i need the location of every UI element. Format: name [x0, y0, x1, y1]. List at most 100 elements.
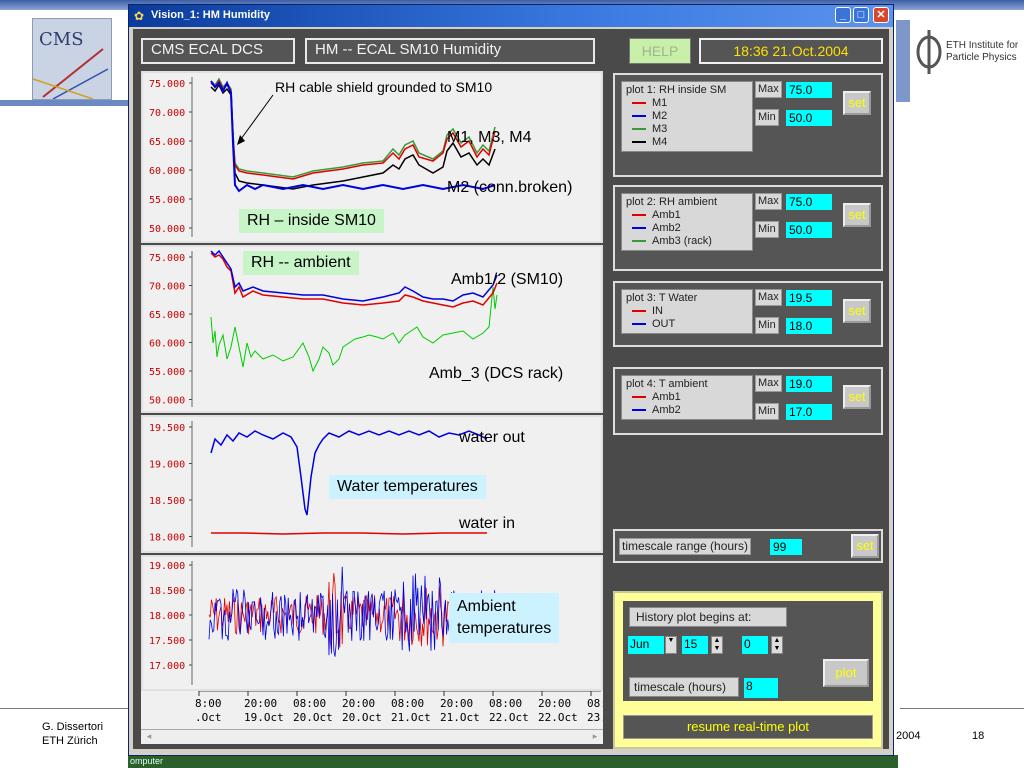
set-button[interactable]: set: [843, 91, 871, 115]
legend-swatch: [632, 141, 646, 144]
y-tick-label: 19.000: [149, 561, 185, 572]
set-button[interactable]: set: [843, 299, 871, 323]
annotation-water-out: water out: [459, 429, 525, 446]
history-day-input[interactable]: 15: [681, 635, 709, 655]
control-panel-plot1: plot 1: RH inside SM M1 M2 M3 M4 Max 75.0 Min 50…: [613, 73, 883, 177]
help-button[interactable]: HELP: [629, 38, 691, 64]
annotation-ambient-line-1: Ambient: [457, 598, 516, 615]
history-timescale-input[interactable]: 8: [743, 677, 779, 699]
legend-label: M2: [652, 110, 668, 122]
legend-title: plot 3: T Water: [626, 292, 698, 304]
legend-swatch: [632, 310, 646, 313]
legend-swatch: [632, 115, 646, 118]
timescale-range-panel: timescale range (hours) 99 set: [613, 529, 883, 563]
date-tick-label: 19.Oct: [244, 711, 284, 724]
y-tick-label: 65.000: [149, 310, 185, 321]
legend-label: Amb2: [652, 222, 681, 234]
legend-item: M3: [626, 123, 748, 136]
legend-label: Amb1: [652, 391, 681, 403]
legend-item: Amb1: [626, 391, 748, 404]
history-month-select[interactable]: Jun: [627, 635, 665, 655]
legend-item: M2: [626, 110, 748, 123]
legend-label: Amb2: [652, 404, 681, 416]
y-tick-label: 19.000: [149, 460, 185, 471]
annotation-water-in: water in: [459, 515, 516, 532]
scroll-right-icon[interactable]: ▸: [589, 731, 601, 742]
window-titlebar[interactable]: ✿ Vision_1: HM Humidity _ □ ✕: [129, 5, 893, 27]
min-label: Min: [755, 317, 779, 334]
legend-swatch: [632, 409, 646, 412]
max-input[interactable]: 19.5: [785, 289, 833, 307]
min-label: Min: [755, 109, 779, 126]
plot-ambient-temperatures: 19.000 18.500 18.000 17.500 17.000 Ambient t…: [141, 555, 603, 691]
legend-label: Amb3 (rack): [652, 235, 712, 247]
time-axis: 8:00 .Oct 20:00 19.Oct 08:00 20.Oct 20:00 20.Oc…: [141, 690, 614, 729]
annotation-rh-ambient: RH -- ambient: [243, 251, 359, 275]
annotation-ambient-temperatures: Ambient temperatures: [449, 593, 560, 643]
annotation-rh-inside: RH – inside SM10: [239, 209, 384, 233]
legend-label: Amb1: [652, 209, 681, 221]
set-button[interactable]: set: [843, 203, 871, 227]
annotation-ambient-line-2: temperatures: [457, 620, 552, 637]
month-dropdown-icon[interactable]: ▼: [665, 636, 677, 654]
max-input[interactable]: 75.0: [785, 81, 833, 99]
clock-display: 18:36 21.Oct.2004: [699, 38, 883, 64]
plot-rh-inside: 75.000 70.000 65.000 60.000 55.000 50.000 RH …: [141, 71, 603, 243]
minimize-button[interactable]: _: [835, 7, 851, 23]
max-label: Max: [755, 289, 782, 306]
time-tick-label: 08:00: [293, 697, 326, 710]
slide-right-band: [896, 20, 910, 102]
history-hour-input[interactable]: 0: [741, 635, 769, 655]
close-button[interactable]: ✕: [873, 7, 889, 23]
day-spinner-icon[interactable]: ▲ ▼: [711, 636, 723, 654]
y-tick-label: 18.000: [149, 611, 185, 622]
scroll-left-icon[interactable]: ◂: [143, 731, 155, 742]
series-water-in: [211, 532, 487, 535]
slide-left-band: [0, 100, 130, 106]
timescale-set-button[interactable]: set: [851, 534, 879, 558]
legend-item: Amb2: [626, 222, 748, 235]
annotation-m2: M2 (conn.broken): [447, 179, 573, 196]
footer-divider-left: [0, 708, 128, 709]
y-tick-label: 75.000: [149, 253, 185, 264]
time-tick-label: 08:0: [587, 697, 603, 710]
y-tick-label: 55.000: [149, 195, 185, 206]
min-input[interactable]: 17.0: [785, 403, 833, 421]
y-tick-label: 60.000: [149, 339, 185, 350]
footer-divider-right: [900, 708, 1024, 709]
legend-item: OUT: [626, 318, 748, 331]
date-tick-label: 22.Oct: [489, 711, 529, 724]
max-input[interactable]: 75.0: [785, 193, 833, 211]
date-tick-label: 21.Oct: [391, 711, 431, 724]
plot-button[interactable]: plot: [823, 659, 869, 687]
max-input[interactable]: 19.0: [785, 375, 833, 393]
legend-swatch: [632, 128, 646, 131]
horizontal-scrollbar[interactable]: ◂ ▸: [141, 729, 603, 744]
date-tick-label: 20.Oct: [293, 711, 333, 724]
footer-author-affiliation: ETH Zürich: [42, 735, 98, 747]
maximize-button[interactable]: □: [853, 7, 869, 23]
vision-window: ✿ Vision_1: HM Humidity _ □ ✕ CMS ECAL D…: [128, 4, 894, 756]
set-button[interactable]: set: [843, 385, 871, 409]
min-input[interactable]: 50.0: [785, 221, 833, 239]
y-tick-label: 50.000: [149, 224, 185, 235]
y-tick-label: 18.500: [149, 496, 185, 507]
timescale-range-input[interactable]: 99: [769, 538, 803, 556]
legend-item: Amb1: [626, 209, 748, 222]
legend-title: plot 2: RH ambient: [626, 196, 718, 208]
y-tick-label: 70.000: [149, 108, 185, 119]
history-controls: History plot begins at: Jun ▼ 15 ▲ ▼ 0 ▲ ▼…: [623, 601, 873, 701]
resume-realtime-button[interactable]: resume real-time plot: [623, 715, 873, 739]
legend-title: plot 1: RH inside SM: [626, 84, 727, 96]
annotation-arrowhead: [237, 135, 245, 145]
min-input[interactable]: 18.0: [785, 317, 833, 335]
date-tick-label: 22.Oct: [538, 711, 578, 724]
y-tick-label: 75.000: [149, 79, 185, 90]
min-label: Min: [755, 221, 779, 238]
control-panel-plot4: plot 4: T ambient Amb1 Amb2 Max 19.0 Min 17.0 s…: [613, 367, 883, 435]
annotation-amb12: Amb1/2 (SM10): [451, 271, 564, 288]
y-tick-label: 60.000: [149, 166, 185, 177]
legend-item: IN: [626, 305, 748, 318]
min-input[interactable]: 50.0: [785, 109, 833, 127]
hour-spinner-icon[interactable]: ▲ ▼: [771, 636, 783, 654]
